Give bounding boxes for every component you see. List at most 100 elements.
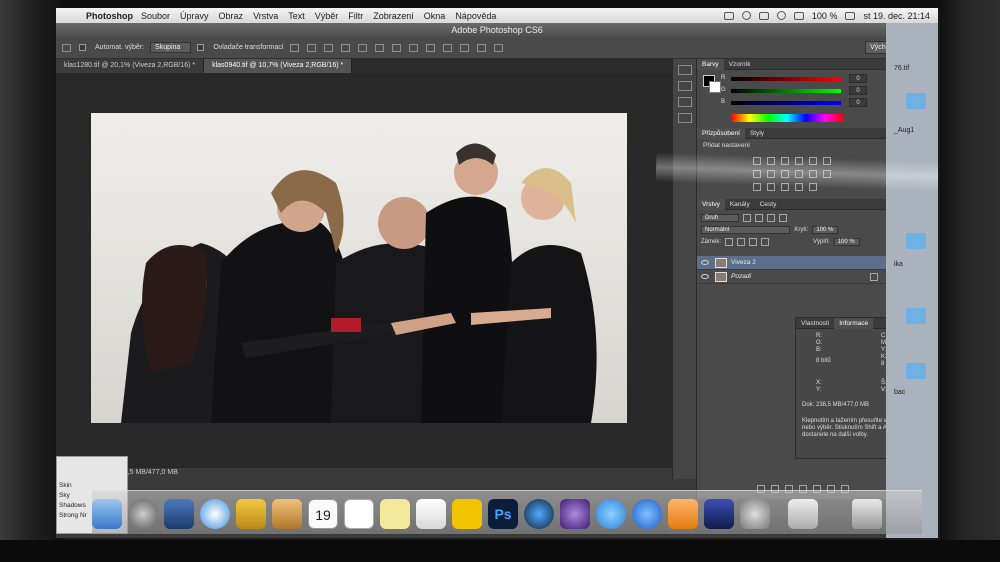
lock-all-icon[interactable] [761,238,770,246]
itunes-icon[interactable] [632,499,662,529]
transform-controls-checkbox[interactable] [197,43,207,51]
folder-icon[interactable] [906,363,926,379]
calculator-icon[interactable] [788,499,818,529]
cyberduck-icon[interactable] [236,499,266,529]
invert-icon[interactable] [753,183,761,191]
time-machine-icon[interactable] [741,11,751,20]
menu-zobrazeni[interactable]: Zobrazení [373,11,414,21]
lock-position-icon[interactable] [749,238,758,246]
battery-icon[interactable] [845,11,856,20]
layer-visibility-eye-icon[interactable] [701,274,709,279]
system-preferences-icon[interactable] [740,499,770,529]
layer-pozadi[interactable]: Pozadí [697,270,886,284]
b-value[interactable]: 0 [849,98,867,107]
color-lookup-icon[interactable] [823,170,831,178]
1password-icon[interactable] [524,499,554,529]
posterize-icon[interactable] [767,183,775,191]
canvas-area[interactable] [56,73,672,468]
bluetooth-icon[interactable] [758,11,769,20]
tab-vrstvy[interactable]: Vrstvy [697,198,725,210]
tab-barvy[interactable]: Barvy [697,58,724,70]
history-icon[interactable] [677,65,692,75]
trash-icon[interactable] [852,499,882,529]
align-hcenter-icon[interactable] [357,43,367,52]
filter-pixel-icon[interactable] [743,214,752,222]
color-spectrum[interactable] [731,114,843,122]
opacity-input[interactable]: 100 % [812,226,839,234]
fill-input[interactable]: 100 % [833,238,860,246]
lock-transparent-icon[interactable] [725,238,734,246]
photoshop-icon[interactable]: Ps [488,499,518,529]
menu-obraz[interactable]: Obraz [219,11,244,21]
background-swatch[interactable] [709,81,721,93]
tab-informace[interactable]: Informace [834,317,874,329]
threshold-icon[interactable] [781,183,789,191]
paragraph-icon[interactable] [677,113,692,123]
slider-g[interactable]: G 0 [721,86,886,98]
mountain-lion-icon[interactable] [704,499,734,529]
dropbox-icon[interactable] [723,11,734,20]
lock-image-icon[interactable] [737,238,746,246]
distribute-hcenter-icon[interactable] [459,43,469,52]
photo-filter-icon[interactable] [795,170,803,178]
contacts-icon[interactable] [272,499,302,529]
folder-icon[interactable] [906,233,926,249]
launchpad-icon[interactable] [128,499,158,529]
blend-mode-dropdown[interactable]: Normální [701,226,791,234]
menu-okna[interactable]: Okna [424,11,446,21]
align-top-icon[interactable] [289,43,299,52]
safari-icon[interactable] [200,499,230,529]
menu-vyber[interactable]: Výběr [315,11,339,21]
channel-mixer-icon[interactable] [809,170,817,178]
flag-icon[interactable] [793,11,804,20]
tab-cesty[interactable]: Cesty [755,201,782,208]
align-vcenter-icon[interactable] [306,43,316,52]
menu-upravy[interactable]: Úpravy [180,11,209,21]
calendar-icon[interactable]: 19 [308,499,338,529]
slider-r[interactable]: R 0 [721,74,886,86]
distribute-left-icon[interactable] [442,43,452,52]
filter-adjust-icon[interactable] [755,214,764,222]
layer-viveza-2[interactable]: Viveza 2 [697,256,886,270]
auto-select-dropdown[interactable]: Skupina [150,42,192,53]
align-right-icon[interactable] [374,43,384,52]
selective-color-icon[interactable] [809,183,817,191]
g-value[interactable]: 0 [849,86,867,95]
tab-styly[interactable]: Styly [745,130,769,137]
clock[interactable]: st 19. dec. 21:14 [863,11,930,21]
wifi-icon[interactable] [776,11,786,20]
layer-visibility-eye-icon[interactable] [701,260,709,265]
brightness-icon[interactable] [753,157,761,165]
tab-prizpusobeni[interactable]: Přizpůsobení [697,127,745,139]
menu-vrstva[interactable]: Vrstva [253,11,278,21]
tab-vlastnosti[interactable]: Vlastnosti [796,320,834,327]
brush-panel-icon[interactable] [677,81,692,91]
menu-filtr[interactable]: Filtr [348,11,363,21]
doc-tab-klas1280[interactable]: klas1280.tif @ 20,1% (Viveza 2,RGB/16) * [56,59,205,73]
align-bottom-icon[interactable] [323,43,333,52]
tunnelblick-icon[interactable] [452,499,482,529]
bw-icon[interactable] [781,170,789,178]
curves-icon[interactable] [781,157,789,165]
preview-icon[interactable] [416,499,446,529]
filter-type-icon[interactable] [767,214,776,222]
reminders-icon[interactable] [344,499,374,529]
document-photo[interactable] [91,113,627,423]
folder-label-aug1[interactable]: _Aug1 [894,127,914,134]
app-menu[interactable]: Photoshop [86,11,133,21]
gradient-triangle-icon[interactable] [823,157,831,165]
folder-label-ika[interactable]: ika [894,261,903,268]
r-value[interactable]: 0 [849,74,867,83]
tab-kanaly[interactable]: Kanály [725,201,755,208]
menu-soubor[interactable]: Soubor [141,11,170,21]
tab-vzornik[interactable]: Vzorník [724,61,756,68]
notes-icon[interactable] [380,499,410,529]
distribute-bottom-icon[interactable] [425,43,435,52]
hue-sat-icon[interactable] [753,170,761,178]
move-tool-icon[interactable] [62,43,71,52]
auto-select-checkbox[interactable] [79,43,89,51]
vibrance-icon[interactable] [809,157,817,165]
menu-text[interactable]: Text [288,11,305,21]
battery-status[interactable]: 100 % [812,11,838,21]
distribute-vcenter-icon[interactable] [408,43,418,52]
